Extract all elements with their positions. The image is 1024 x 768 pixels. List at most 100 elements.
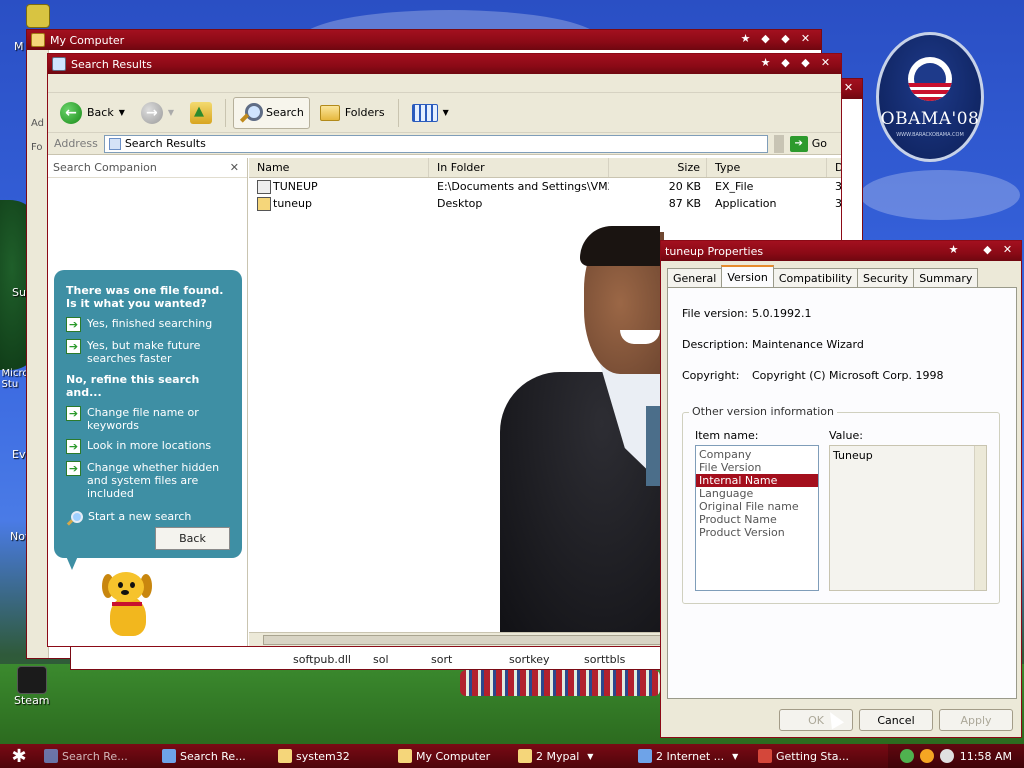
address-input[interactable]: Search Results bbox=[103, 134, 768, 153]
desktop-icon-label: Steam bbox=[14, 694, 50, 707]
help-button[interactable]: ◆ bbox=[980, 243, 995, 258]
column-size[interactable]: Size bbox=[609, 158, 707, 177]
list-item-selected[interactable]: Internal Name bbox=[696, 474, 818, 487]
forward-button[interactable]: → ▼ bbox=[135, 97, 180, 129]
option-new-search[interactable]: Start a new search bbox=[66, 510, 234, 526]
cancel-button[interactable]: Cancel bbox=[859, 709, 933, 731]
arrow-icon: ➔ bbox=[66, 317, 81, 332]
item-name-list[interactable]: Company File Version Internal Name Langu… bbox=[695, 445, 819, 591]
maximize-button[interactable]: ◆ bbox=[798, 56, 813, 71]
tab-compatibility[interactable]: Compatibility bbox=[772, 268, 859, 287]
table-row[interactable]: TUNEUP E:\Documents and Settings\VM2... … bbox=[249, 178, 841, 195]
search-icon bbox=[239, 102, 264, 124]
search-icon bbox=[66, 510, 83, 526]
column-type[interactable]: Type bbox=[707, 158, 827, 177]
tab-security[interactable]: Security bbox=[857, 268, 915, 287]
close-button[interactable]: ✕ bbox=[818, 56, 833, 71]
tab-general[interactable]: General bbox=[667, 268, 723, 287]
refine-heading: No, refine this search and... bbox=[66, 373, 200, 399]
computer-icon bbox=[26, 4, 50, 28]
table-row[interactable]: tuneup Desktop 87 KB Application 3 bbox=[249, 195, 841, 212]
address-dropdown-button[interactable] bbox=[773, 134, 784, 153]
mypal-icon bbox=[518, 749, 532, 763]
close-icon[interactable]: ✕ bbox=[230, 161, 239, 174]
taskbar-item[interactable]: My Computer bbox=[392, 746, 510, 766]
star-icon[interactable]: ★ bbox=[758, 56, 773, 71]
partial-label: Fo bbox=[31, 142, 43, 153]
option-hidden-files[interactable]: ➔ Change whether hidden and system files… bbox=[66, 461, 234, 500]
volume-icon[interactable] bbox=[939, 749, 954, 763]
list-item[interactable]: Original File name bbox=[696, 500, 818, 513]
column-date[interactable]: D bbox=[827, 158, 841, 177]
file-item[interactable]: sortkey bbox=[509, 653, 584, 669]
window-title: My Computer bbox=[50, 33, 125, 47]
dropdown-arrow-icon: ▼ bbox=[118, 108, 125, 117]
taskbar-item[interactable]: Search Re... bbox=[156, 746, 270, 766]
taskbar-item[interactable]: Search Re... bbox=[38, 746, 154, 766]
go-button[interactable]: ➔ Go bbox=[789, 135, 841, 152]
dialog-title: tuneup Properties bbox=[665, 244, 764, 258]
desktop-partial-label: M bbox=[14, 40, 24, 53]
tab-summary[interactable]: Summary bbox=[913, 268, 979, 287]
badge-url: WWW.BARACKOBAMA.COM bbox=[896, 131, 964, 138]
titlebar[interactable]: Search Results ★ ◆ ◆ ✕ bbox=[48, 54, 841, 74]
value-box[interactable]: Tuneup bbox=[829, 445, 987, 591]
list-item[interactable]: File Version bbox=[696, 461, 818, 474]
list-item[interactable]: Product Name bbox=[696, 513, 818, 526]
minimize-button[interactable]: ◆ bbox=[758, 32, 773, 47]
star-icon[interactable]: ★ bbox=[738, 32, 753, 47]
forward-arrow-icon: → bbox=[140, 101, 163, 124]
column-folder[interactable]: In Folder bbox=[429, 158, 609, 177]
taskbar-group[interactable]: 2 Internet ... ▼ bbox=[632, 746, 750, 766]
taskbar-item[interactable]: system32 bbox=[272, 746, 390, 766]
taskbar-item[interactable]: Getting Sta... bbox=[752, 746, 856, 766]
option-finished[interactable]: ➔ Yes, finished searching bbox=[66, 317, 234, 332]
properties-dialog[interactable]: tuneup Properties ★ ◆ ✕ General Version … bbox=[660, 240, 1022, 738]
address-label: Address bbox=[54, 137, 98, 150]
item-name-label: Item name: bbox=[695, 429, 759, 442]
option-change-name[interactable]: ➔ Change file name or keywords bbox=[66, 406, 234, 432]
list-item[interactable]: Product Version bbox=[696, 526, 818, 539]
companion-back-button[interactable]: Back bbox=[155, 527, 230, 550]
list-item[interactable]: Company bbox=[696, 448, 818, 461]
computer-icon bbox=[398, 749, 412, 763]
search-button[interactable]: Search bbox=[233, 96, 310, 129]
option-more-locations[interactable]: ➔ Look in more locations bbox=[66, 439, 234, 454]
option-faster[interactable]: ➔ Yes, but make future searches faster bbox=[66, 339, 234, 365]
search-tray-icon[interactable] bbox=[919, 749, 934, 763]
close-button[interactable]: ✕ bbox=[1000, 243, 1015, 258]
titlebar[interactable]: tuneup Properties ★ ◆ ✕ bbox=[661, 241, 1021, 261]
views-button[interactable]: ▼ bbox=[406, 97, 455, 129]
start-button[interactable]: ✱ bbox=[0, 744, 38, 768]
up-folder-button[interactable] bbox=[184, 97, 218, 129]
menu-bar[interactable] bbox=[48, 74, 841, 93]
apply-button[interactable]: Apply bbox=[939, 709, 1013, 731]
file-item[interactable]: sort bbox=[431, 653, 509, 669]
file-item[interactable]: sol bbox=[373, 653, 431, 669]
search-dog-icon[interactable] bbox=[100, 570, 158, 642]
list-item[interactable]: Language bbox=[696, 487, 818, 500]
close-button[interactable]: ✕ bbox=[841, 81, 856, 96]
clock[interactable]: 11:58 AM bbox=[960, 750, 1012, 763]
file-item[interactable]: softpub.dll bbox=[293, 653, 373, 669]
partial-toolbar-strip: Ad Fo bbox=[27, 50, 49, 658]
system-tray: 11:58 AM bbox=[887, 744, 1024, 768]
back-button[interactable]: ← Back ▼ bbox=[54, 97, 131, 129]
desktop-icon-steam[interactable]: Steam bbox=[14, 666, 50, 707]
minimize-button[interactable]: ◆ bbox=[778, 56, 793, 71]
vertical-scrollbar[interactable] bbox=[974, 446, 986, 590]
star-icon[interactable]: ★ bbox=[946, 243, 961, 258]
desktop-icon-top[interactable] bbox=[26, 4, 50, 28]
close-button[interactable]: ✕ bbox=[798, 32, 813, 47]
column-name[interactable]: Name bbox=[249, 158, 429, 177]
tab-version[interactable]: Version bbox=[721, 265, 774, 287]
titlebar[interactable]: My Computer ★ ◆ ◆ ✕ bbox=[27, 30, 821, 50]
companion-bubble: There was one file found. Is it what you… bbox=[54, 270, 242, 558]
star-icon: ✱ bbox=[11, 745, 27, 767]
taskbar-group[interactable]: 2 Mypal ▼ bbox=[512, 746, 630, 766]
chevron-down-icon: ▼ bbox=[732, 751, 739, 761]
maximize-button[interactable]: ◆ bbox=[778, 32, 793, 47]
folders-button[interactable]: Folders bbox=[314, 97, 391, 129]
file-item[interactable]: sorttbls bbox=[584, 653, 664, 669]
network-icon[interactable] bbox=[899, 749, 914, 763]
